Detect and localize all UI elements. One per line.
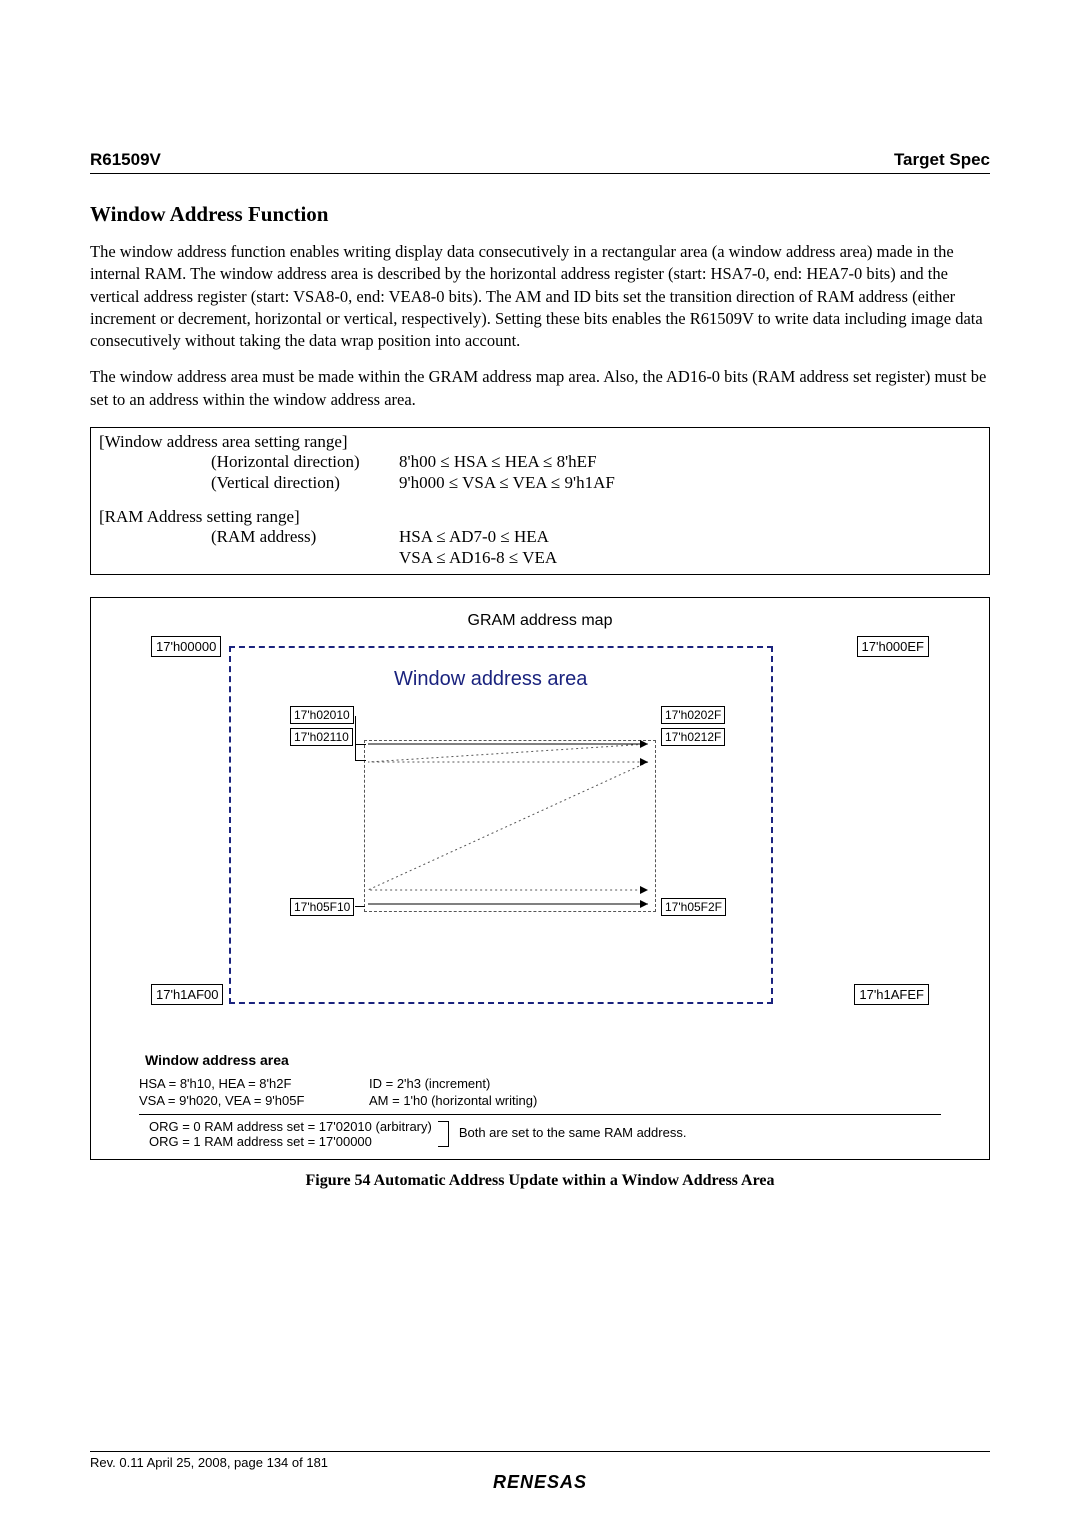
vert-dir-label: (Vertical direction) xyxy=(99,473,399,493)
bracket-icon xyxy=(438,1121,449,1147)
range-heading-2: [RAM Address setting range] xyxy=(99,507,981,527)
header-left: R61509V xyxy=(90,150,161,170)
wa-param-hsa: HSA = 8'h10, HEA = 8'h2F xyxy=(139,1076,369,1091)
horiz-dir-label: (Horizontal direction) xyxy=(99,452,399,472)
wa-note: Both are set to the same RAM address. xyxy=(459,1119,687,1140)
wa-org1: ORG = 1 RAM address set = 17'00000 xyxy=(149,1134,432,1149)
addr-inner-ml: 17'h02110 xyxy=(290,728,353,746)
figure-caption: Figure 54 Automatic Address Update withi… xyxy=(90,1172,990,1190)
wa-org0: ORG = 0 RAM address set = 17'02010 (arbi… xyxy=(149,1119,432,1134)
wa-param-vsa: VSA = 9'h020, VEA = 9'h05F xyxy=(139,1093,369,1108)
footer-rev: Rev. 0.11 April 25, 2008, page 134 of 18… xyxy=(90,1455,990,1470)
addr-inner-br: 17'h05F2F xyxy=(661,898,726,916)
addr-tr: 17'h000EF xyxy=(857,636,929,657)
paragraph-2: The window address area must be made wit… xyxy=(90,366,990,411)
addr-inner-tl: 17'h02010 xyxy=(290,706,354,724)
range-heading-1: [Window address area setting range] xyxy=(99,432,981,452)
ram-addr-value-1: HSA ≤ AD7-0 ≤ HEA xyxy=(399,527,981,547)
header-right: Target Spec xyxy=(894,150,990,170)
range-box: [Window address area setting range] (Hor… xyxy=(90,427,990,575)
addr-tl: 17'h00000 xyxy=(151,636,221,657)
page-header: R61509V Target Spec xyxy=(90,150,990,174)
wa-param-am: AM = 1'h0 (horizontal writing) xyxy=(369,1093,537,1108)
vert-dir-value: 9'h000 ≤ VSA ≤ VEA ≤ 9'h1AF xyxy=(399,473,981,493)
gram-title: GRAM address map xyxy=(139,612,941,630)
renesas-logo: RENESAS xyxy=(90,1472,990,1493)
wa-title: Window address area xyxy=(394,668,587,691)
ram-addr-value-2: VSA ≤ AD16-8 ≤ VEA xyxy=(399,548,981,568)
page-footer: Rev. 0.11 April 25, 2008, page 134 of 18… xyxy=(90,1451,990,1493)
wa-heading: Window address area xyxy=(145,1052,941,1068)
addr-inner-bl: 17'h05F10 xyxy=(290,898,354,916)
horiz-dir-value: 8'h00 ≤ HSA ≤ HEA ≤ 8'hEF xyxy=(399,452,981,472)
inner-window-rect xyxy=(364,740,656,912)
addr-br: 17'h1AFEF xyxy=(854,984,929,1005)
section-title: Window Address Function xyxy=(90,202,990,227)
paragraph-1: The window address function enables writ… xyxy=(90,241,990,352)
ram-addr-label: (RAM address) xyxy=(99,527,399,547)
addr-bl: 17'h1AF00 xyxy=(151,984,223,1005)
addr-inner-mr: 17'h0212F xyxy=(661,728,725,746)
addr-inner-tr: 17'h0202F xyxy=(661,706,725,724)
connector-line xyxy=(355,736,366,761)
wa-param-id: ID = 2'h3 (increment) xyxy=(369,1076,490,1091)
gram-diagram: GRAM address map 17'h00000 17'h000EF 17'… xyxy=(90,597,990,1160)
divider xyxy=(139,1114,941,1115)
connector-line xyxy=(355,906,365,907)
